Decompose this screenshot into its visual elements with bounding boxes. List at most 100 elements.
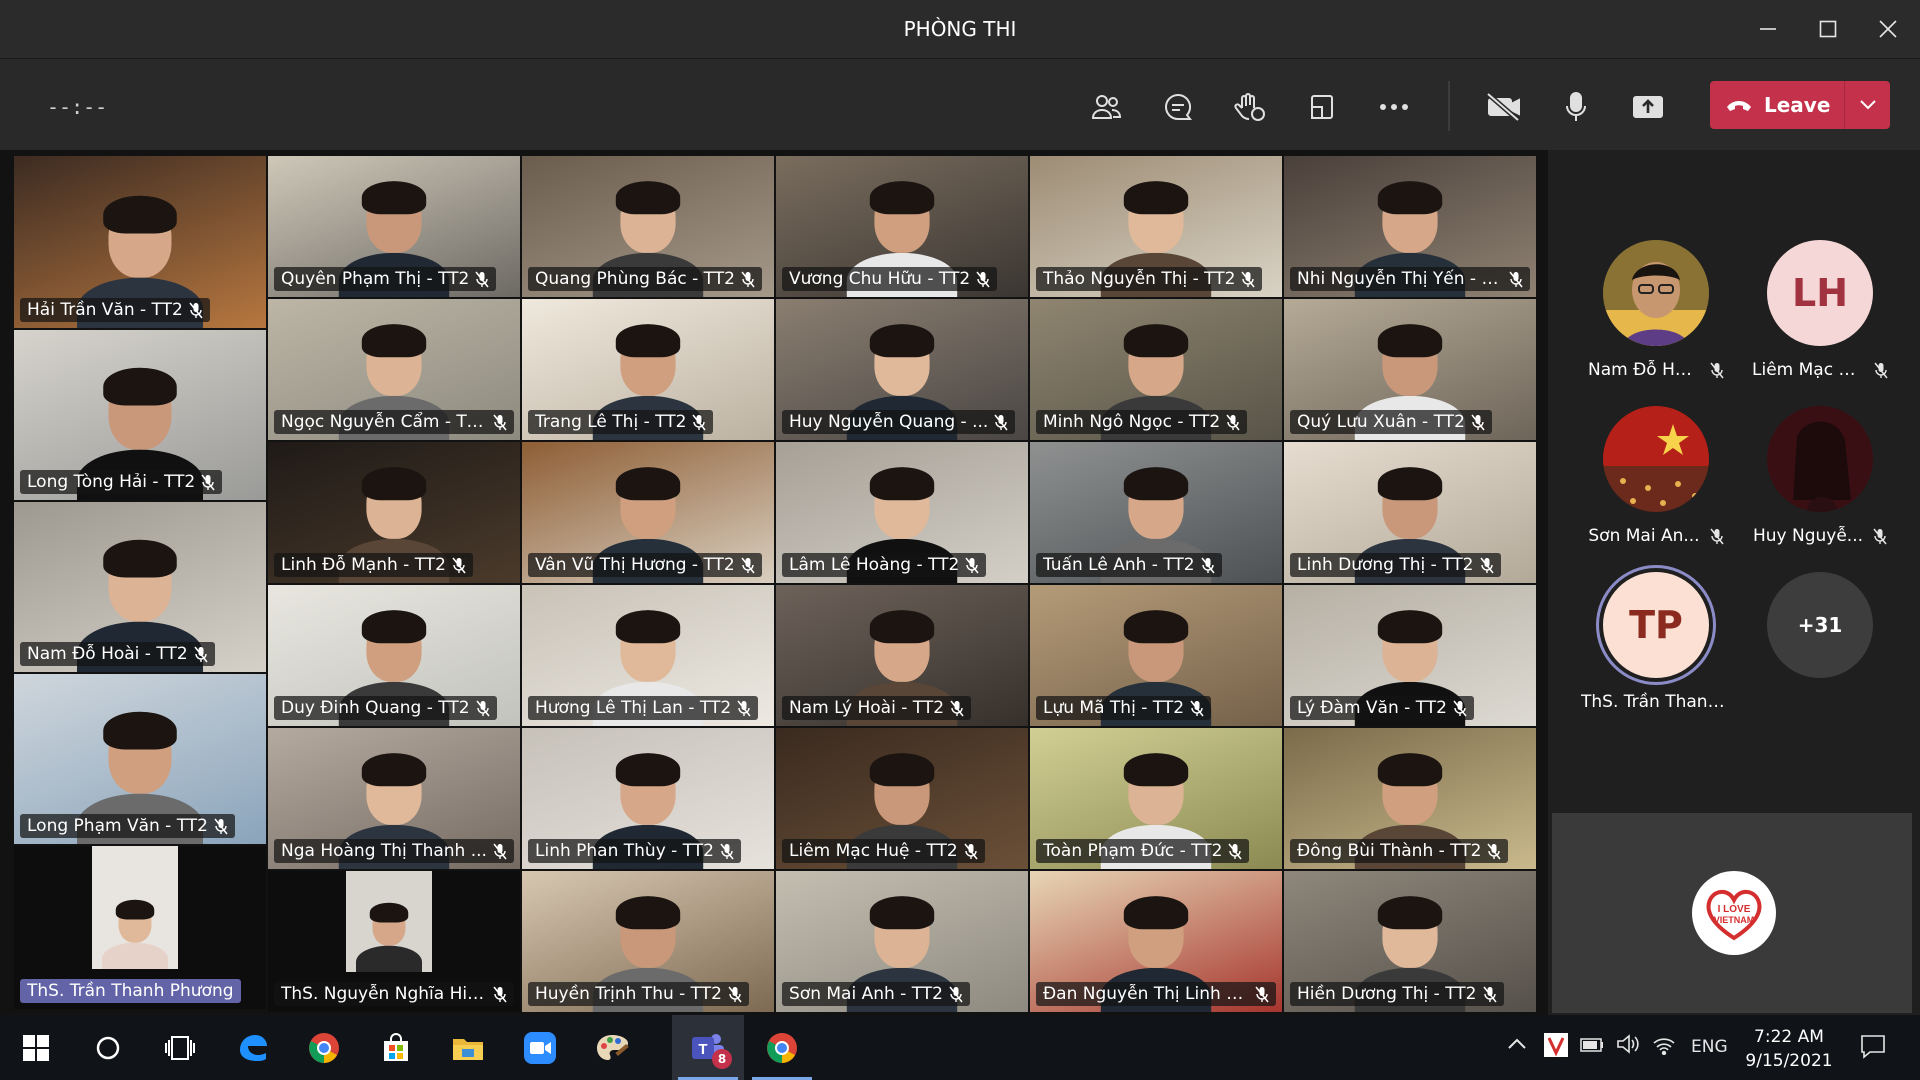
video-tile[interactable]: Quý Lưu Xuân - TT2: [1284, 299, 1536, 440]
video-tile[interactable]: Vân Vũ Thị Hương - TT2: [522, 442, 774, 583]
windows-start-icon[interactable]: [0, 1015, 72, 1080]
video-feed-inset: [92, 846, 178, 969]
participants-icon[interactable]: [1080, 83, 1132, 131]
battery-icon[interactable]: [1580, 1037, 1604, 1057]
video-tile[interactable]: Ngọc Nguyễn Cẩm - TT2: [268, 299, 520, 440]
reactions-icon[interactable]: [1224, 83, 1276, 131]
chevron-down-icon[interactable]: [1845, 100, 1890, 110]
video-tile[interactable]: Hải Trần Văn - TT2: [14, 156, 266, 328]
video-tile[interactable]: Nam Đỗ Hoài - TT2: [14, 502, 266, 672]
video-tile[interactable]: Quyên Phạm Thị - TT2: [268, 156, 520, 297]
video-tile[interactable]: Long Phạm Văn - TT2: [14, 674, 266, 844]
participant-card[interactable]: Sơn Mai An...: [1581, 406, 1731, 546]
video-tile[interactable]: Nga Hoàng Thị Thanh ...: [268, 728, 520, 869]
video-tile[interactable]: Hương Lê Thị Lan - TT2: [522, 585, 774, 726]
more-options-icon[interactable]: [1368, 83, 1420, 131]
video-tile[interactable]: Toàn Phạm Đức - TT2: [1030, 728, 1282, 869]
video-tile[interactable]: Lâm Lê Hoàng - TT2: [776, 442, 1028, 583]
video-tile[interactable]: Nam Lý Hoài - TT2: [776, 585, 1028, 726]
participant-name: Nga Hoàng Thị Thanh ...: [281, 841, 487, 861]
video-tile[interactable]: Linh Đỗ Mạnh - TT2: [268, 442, 520, 583]
participant-nameplate: Hương Lê Thị Lan - TT2: [528, 696, 759, 720]
video-tile[interactable]: Huyền Trịnh Thu - TT2: [522, 871, 774, 1012]
share-screen-icon[interactable]: [1622, 83, 1674, 131]
chrome-icon[interactable]: [288, 1015, 360, 1080]
participant-nameplate: Huy Nguyễn Quang - ...: [782, 410, 1016, 434]
search-icon[interactable]: [72, 1015, 144, 1080]
rooms-icon[interactable]: [1296, 83, 1348, 131]
microphone-icon[interactable]: [1550, 83, 1602, 131]
leave-label: Leave: [1764, 93, 1831, 117]
mic-off-icon: [1255, 986, 1269, 1002]
teams-icon[interactable]: T 8: [672, 1015, 744, 1080]
video-tile[interactable]: Liêm Mạc Huệ - TT2: [776, 728, 1028, 869]
leave-button[interactable]: Leave: [1710, 81, 1890, 129]
notifications-icon[interactable]: [1860, 1033, 1886, 1064]
participant-name: Minh Ngô Ngọc - TT2: [1043, 412, 1221, 432]
participant-name: Long Tòng Hải - TT2: [27, 472, 196, 492]
zoom-icon[interactable]: [504, 1015, 576, 1080]
mic-off-icon: [194, 646, 208, 662]
video-tile[interactable]: Tuấn Lê Anh - TT2: [1030, 442, 1282, 583]
participant-name: Hiền Dương Thị - TT2: [1297, 984, 1477, 1004]
language-indicator[interactable]: ENG: [1691, 1037, 1728, 1057]
edge-browser-icon[interactable]: [216, 1015, 288, 1080]
mic-off-icon: [493, 843, 507, 859]
shared-content-panel[interactable]: I LOVE VIETNAM: [1552, 813, 1912, 1013]
video-tile[interactable]: Duy Đinh Quang - TT2: [268, 585, 520, 726]
file-explorer-icon[interactable]: [432, 1015, 504, 1080]
video-tile[interactable]: Linh Phan Thùy - TT2: [522, 728, 774, 869]
participant-name: Quang Phùng Bác - TT2: [535, 269, 735, 289]
minimize-icon[interactable]: [1738, 0, 1798, 58]
chrome-icon[interactable]: [746, 1015, 818, 1080]
participant-nameplate: Long Phạm Văn - TT2: [20, 814, 235, 838]
video-tile[interactable]: Long Tòng Hải - TT2: [14, 330, 266, 500]
participant-nameplate: Linh Dương Thị - TT2: [1290, 553, 1501, 577]
video-tile[interactable]: Đông Bùi Thành - TT2: [1284, 728, 1536, 869]
more-participants-button[interactable]: +31: [1745, 572, 1895, 678]
camera-off-icon[interactable]: [1478, 83, 1530, 131]
video-tile[interactable]: Thảo Nguyễn Thị - TT2: [1030, 156, 1282, 297]
participant-card[interactable]: TP ThS. Trần Thanh...: [1581, 572, 1731, 712]
participant-nameplate: Ngọc Nguyễn Cẩm - TT2: [274, 410, 514, 434]
v-app-tray-icon[interactable]: [1544, 1033, 1568, 1062]
video-tile[interactable]: Minh Ngô Ngọc - TT2: [1030, 299, 1282, 440]
participant-card[interactable]: LH Liêm Mạc H...: [1745, 240, 1895, 380]
leave-main[interactable]: Leave: [1710, 81, 1844, 129]
participant-nameplate: Toàn Phạm Đức - TT2: [1036, 839, 1250, 863]
video-tile[interactable]: Đan Nguyễn Thị Linh - ...: [1030, 871, 1282, 1012]
chevron-up-icon[interactable]: [1508, 1035, 1526, 1055]
video-tile[interactable]: Lựu Mã Thị - TT2: [1030, 585, 1282, 726]
maximize-icon[interactable]: [1798, 0, 1858, 58]
task-view-icon[interactable]: [144, 1015, 216, 1080]
participant-name: Nam Đỗ Ho...: [1588, 360, 1700, 380]
video-tile[interactable]: ThS. Nguyễn Nghĩa Hiệp: [268, 871, 520, 1012]
video-tile[interactable]: ThS. Trần Thanh Phương: [14, 846, 266, 1009]
video-tile[interactable]: Sơn Mai Anh - TT2: [776, 871, 1028, 1012]
participant-nameplate: Minh Ngô Ngọc - TT2: [1036, 410, 1248, 434]
video-tile[interactable]: Lý Đàm Văn - TT2: [1284, 585, 1536, 726]
video-tile[interactable]: Trang Lê Thị - TT2: [522, 299, 774, 440]
mic-off-icon: [1201, 557, 1215, 573]
video-tile[interactable]: Huy Nguyễn Quang - ...: [776, 299, 1028, 440]
volume-icon[interactable]: [1616, 1033, 1640, 1060]
participant-card[interactable]: Huy Nguyễ...: [1745, 406, 1895, 546]
avatar-initials: TP: [1603, 572, 1709, 678]
video-tile[interactable]: Linh Dương Thị - TT2: [1284, 442, 1536, 583]
video-tile[interactable]: Quang Phùng Bác - TT2: [522, 156, 774, 297]
taskbar-clock[interactable]: 7:22 AM 9/15/2021: [1744, 1025, 1834, 1073]
video-tile[interactable]: Hiền Dương Thị - TT2: [1284, 871, 1536, 1012]
participant-nameplate: Lâm Lê Hoàng - TT2: [782, 553, 987, 577]
close-icon[interactable]: [1858, 0, 1918, 58]
video-tile[interactable]: Vương Chu Hữu - TT2: [776, 156, 1028, 297]
video-tile[interactable]: Nhi Nguyễn Thị Yến - T...: [1284, 156, 1536, 297]
participant-name: ThS. Nguyễn Nghĩa Hiệp: [281, 984, 487, 1004]
chat-icon[interactable]: [1152, 83, 1204, 131]
participant-name: Liêm Mạc H...: [1752, 360, 1864, 380]
microsoft-store-icon[interactable]: [360, 1015, 432, 1080]
participant-name: Hải Trần Văn - TT2: [27, 300, 183, 320]
participant-card[interactable]: Nam Đỗ Ho...: [1581, 240, 1731, 380]
wifi-icon[interactable]: [1652, 1035, 1676, 1060]
participant-name: Sơn Mai An...: [1588, 526, 1700, 546]
paint-icon[interactable]: [576, 1015, 648, 1080]
